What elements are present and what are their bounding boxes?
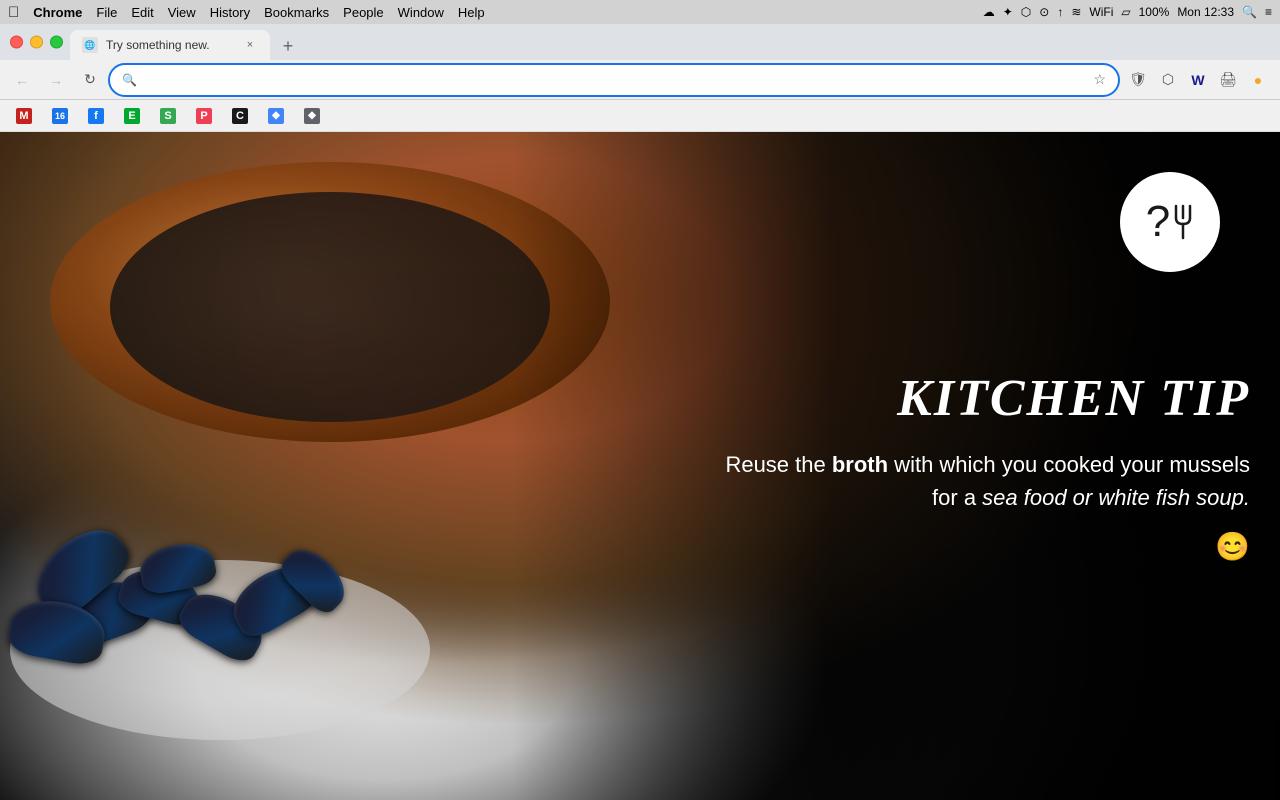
menu-bookmarks[interactable]: Bookmarks [264,5,329,20]
bookmark-diamond2[interactable]: ◆ [296,104,328,128]
calendar-favicon: 16 [52,108,68,124]
menu-help[interactable]: Help [458,5,485,20]
search-icon: 🔍 [122,73,137,87]
kitchen-tip-title: KITCHEN TIP [725,369,1250,428]
logo-circle: ? [1120,172,1220,272]
notification-icon[interactable]: ≡ [1265,5,1272,19]
menu-window[interactable]: Window [398,5,444,20]
address-input[interactable] [143,72,1087,87]
question-mark: ? [1146,197,1170,247]
evernote-favicon: E [124,108,140,124]
upload-icon: ↑ [1057,5,1063,19]
menu-people[interactable]: People [343,5,383,20]
address-bar: 🔍 ☆ [110,65,1118,95]
sheets-favicon: S [160,108,176,124]
apple-icon[interactable]:  [8,4,19,21]
tab-title: Try something new. [106,38,210,52]
desc-bold: broth [832,452,888,477]
cast-icon[interactable]: ⬡ [1154,66,1182,94]
menubar:  Chrome File Edit View History Bookmark… [0,0,1280,24]
bookmark-gmail[interactable]: M [8,104,40,128]
pocket-favicon: P [196,108,212,124]
search-menu-icon[interactable]: 🔍 [1242,5,1257,19]
kitchen-tip-logo: ? [1120,172,1220,272]
close-window-button[interactable] [10,36,23,49]
datetime-label: Mon 12:33 [1177,5,1234,19]
gmail-favicon: M [16,108,32,124]
new-tab-button[interactable]: + [274,32,302,60]
bookmark-calendar[interactable]: 16 [44,104,76,128]
tab-favicon: 🌐 [82,37,98,53]
camera-icon: ⊙ [1039,5,1049,19]
w-extension-icon[interactable]: W [1184,66,1212,94]
extra-icon: ≋ [1071,5,1081,19]
desc-line2-start: for a [932,485,982,510]
tab-close-button[interactable]: × [242,37,258,53]
bookmark-clipper[interactable]: C [224,104,256,128]
print-icon[interactable]: 🖨 [1214,66,1242,94]
desc-line1-start: Reuse the [725,452,831,477]
profile-icon[interactable]: ● [1244,66,1272,94]
desc-italic: sea food or white fish soup. [982,485,1250,510]
menubar-right: ☁ ✦ ⬡ ⊙ ↑ ≋ WiFi ▱ 100% Mon 12:33 🔍 ≡ [983,5,1272,19]
menu-edit[interactable]: Edit [131,5,153,20]
traffic-lights [10,36,63,49]
wifi-icon: WiFi [1089,5,1113,19]
menu-history[interactable]: History [210,5,250,20]
clipper-favicon: C [232,108,248,124]
fork-question-icon: ? [1146,197,1194,247]
cloud-icon: ☁ [983,5,995,19]
active-tab[interactable]: 🌐 Try something new. × [70,30,270,60]
battery-label: 100% [1139,5,1170,19]
menubar-left:  Chrome File Edit View History Bookmark… [8,4,485,21]
hero-text-block: KITCHEN TIP Reuse the broth with which y… [725,369,1250,563]
bookmark-facebook[interactable]: f [80,104,112,128]
bookmark-sheets[interactable]: S [152,104,184,128]
airplay-icon: ▱ [1121,5,1130,19]
chrome-window: 🌐 Try something new. × + ← → ↻ 🔍 ☆ 🛡 ⬡ W… [0,24,1280,800]
nav-toolbar: ← → ↻ 🔍 ☆ 🛡 ⬡ W 🖨 ● [0,60,1280,100]
bookmark-star-icon[interactable]: ☆ [1093,71,1106,88]
shield-icon: 🛡 [1124,66,1152,94]
toolbar-right-icons: 🛡 ⬡ W 🖨 ● [1124,66,1272,94]
bookmark-diamond1[interactable]: ◆ [260,104,292,128]
tab-bar: 🌐 Try something new. × + [0,24,1280,60]
hero-section: ? KITCHEN TIP Reuse the broth [0,132,1280,800]
diamond2-favicon: ◆ [304,108,320,124]
hero-description: Reuse the broth with which you cooked yo… [725,448,1250,514]
fork-svg [1172,204,1194,240]
menu-view[interactable]: View [168,5,196,20]
bookmarks-bar: M 16 f E S P C ◆ ◆ [0,100,1280,132]
content-area: ? KITCHEN TIP Reuse the broth [0,132,1280,800]
back-button[interactable]: ← [8,66,36,94]
menu-file[interactable]: File [96,5,117,20]
maximize-window-button[interactable] [50,36,63,49]
bluetooth-icon: ✦ [1003,5,1013,19]
smile-emoji: 😊 [725,530,1250,563]
forward-button[interactable]: → [42,66,70,94]
bookmark-evernote[interactable]: E [116,104,148,128]
desc-line1-end: with which you cooked your mussels [888,452,1250,477]
refresh-button[interactable]: ↻ [76,66,104,94]
bookmark-pocket[interactable]: P [188,104,220,128]
antivirus-icon: ⬡ [1021,5,1031,19]
diamond1-favicon: ◆ [268,108,284,124]
minimize-window-button[interactable] [30,36,43,49]
menu-chrome[interactable]: Chrome [33,5,82,20]
facebook-favicon: f [88,108,104,124]
